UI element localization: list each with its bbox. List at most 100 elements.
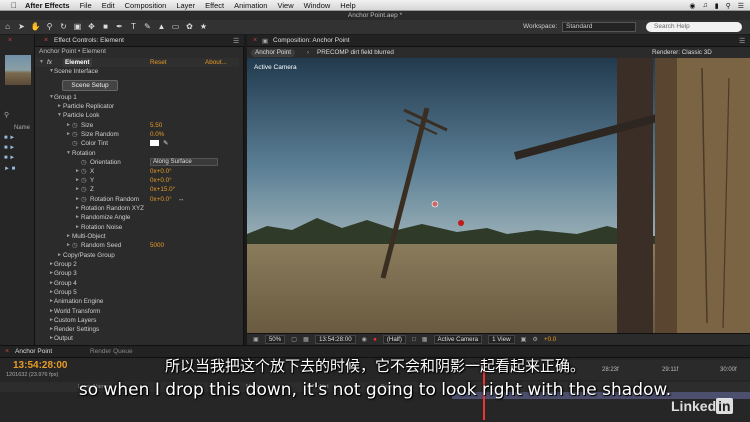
color-tint-row[interactable]: ◷ Color Tint ✎ bbox=[35, 139, 239, 148]
expand-icon[interactable]: ► bbox=[75, 204, 80, 213]
eyedropper-icon[interactable]: ✎ bbox=[163, 139, 168, 148]
grid-icon[interactable]: ▦ bbox=[303, 336, 309, 343]
size-value[interactable]: 5.50 bbox=[150, 121, 162, 130]
expand-icon[interactable]: ► bbox=[57, 251, 62, 260]
rotate-tool-icon[interactable]: ↻ bbox=[57, 21, 70, 33]
type-tool-icon[interactable]: T bbox=[127, 21, 140, 33]
menu-animation[interactable]: Animation bbox=[234, 1, 267, 10]
random-seed-row[interactable]: ► ◷ Random Seed 5000 bbox=[35, 241, 239, 250]
channel-icon[interactable]: ● bbox=[373, 336, 377, 343]
fx-icon[interactable]: fx bbox=[47, 58, 52, 67]
volume-icon[interactable]: ♫ bbox=[702, 2, 707, 9]
exposure-value[interactable]: +0.0 bbox=[544, 336, 556, 343]
spotlight-icon[interactable]: ⚲ bbox=[726, 2, 731, 10]
close-icon[interactable]: × bbox=[253, 37, 257, 44]
menu-composition[interactable]: Composition bbox=[125, 1, 167, 10]
y-row[interactable]: ► ◷ Y 0x+0.0° bbox=[35, 176, 239, 185]
close-icon[interactable]: × bbox=[8, 37, 12, 44]
expand-icon[interactable]: ► bbox=[66, 241, 71, 250]
size-random-value[interactable]: 0.0% bbox=[150, 130, 164, 139]
stopwatch-icon[interactable]: ◷ bbox=[72, 130, 78, 139]
effect-controls-tab[interactable]: × Effect Controls: Element ☰ bbox=[35, 35, 244, 47]
list-item[interactable]: ► ■ bbox=[4, 166, 28, 173]
menu-file[interactable]: File bbox=[80, 1, 92, 10]
menu-help[interactable]: Help bbox=[340, 1, 355, 10]
particle-look-row[interactable]: ▼ Particle Look bbox=[35, 111, 239, 120]
z-value[interactable]: 0x+15.0° bbox=[150, 185, 175, 194]
close-icon[interactable]: × bbox=[5, 348, 9, 355]
world-transform-row[interactable]: ► World Transform bbox=[35, 307, 239, 316]
stopwatch-icon[interactable]: ◷ bbox=[81, 195, 87, 204]
renderer-label[interactable]: Renderer: Classic 3D bbox=[652, 49, 712, 56]
transparency-grid-icon[interactable]: ▦ bbox=[422, 336, 428, 343]
custom-layers-row[interactable]: ► Custom Layers bbox=[35, 316, 239, 325]
group-1-row[interactable]: ▼ Group 1 bbox=[35, 93, 239, 102]
eraser-tool-icon[interactable]: ▭ bbox=[169, 21, 182, 33]
scene-interface-row[interactable]: ▼ Scene Interface bbox=[35, 67, 239, 76]
toggle-pixel-aspect-icon[interactable]: ▣ bbox=[521, 336, 527, 343]
effect-header-row[interactable]: ▼ fx Element Reset About... bbox=[35, 58, 239, 67]
menu-layer[interactable]: Layer bbox=[176, 1, 195, 10]
stopwatch-icon[interactable]: ◷ bbox=[72, 121, 78, 130]
y-value[interactable]: 0x+0.0° bbox=[150, 176, 172, 185]
name-column-header[interactable]: Name bbox=[14, 125, 30, 131]
collapse-icon[interactable]: ▼ bbox=[66, 149, 71, 158]
stopwatch-icon[interactable]: ◷ bbox=[81, 158, 87, 167]
output-row[interactable]: ► Output bbox=[35, 334, 239, 343]
group-2-row[interactable]: ► Group 2 bbox=[35, 260, 239, 269]
camera-view-select[interactable]: Active Camera bbox=[433, 335, 483, 344]
group-5-row[interactable]: ► Group 5 bbox=[35, 288, 239, 297]
stopwatch-icon[interactable]: ◷ bbox=[72, 241, 78, 250]
expand-icon[interactable]: ► bbox=[75, 176, 80, 185]
panel-menu-icon[interactable]: ☰ bbox=[739, 37, 745, 45]
group-4-row[interactable]: ► Group 4 bbox=[35, 279, 239, 288]
color-swatch[interactable] bbox=[150, 140, 159, 146]
breadcrumb-layer[interactable]: PRECOMP dirt field blurred bbox=[317, 49, 394, 56]
orientation-dropdown[interactable]: Along Surface bbox=[150, 158, 218, 166]
hand-tool-icon[interactable]: ✋ bbox=[29, 21, 42, 33]
fast-previews-icon[interactable]: ⚙ bbox=[532, 336, 538, 343]
region-of-interest-icon[interactable]: □ bbox=[412, 336, 416, 343]
pan-behind-tool-icon[interactable]: ✥ bbox=[85, 21, 98, 33]
search-icon[interactable]: ⚲ bbox=[4, 111, 9, 119]
particle-replicator-row[interactable]: ► Particle Replicator bbox=[35, 102, 239, 111]
list-icon[interactable]: ☰ bbox=[738, 2, 744, 10]
tab-render-queue[interactable]: Render Queue bbox=[90, 348, 133, 355]
rotation-random-row[interactable]: ► ◷ Rotation Random 0x+0.0° ↔ bbox=[35, 195, 239, 204]
collapse-icon[interactable]: ▼ bbox=[57, 111, 62, 120]
composition-viewer[interactable]: Active Camera bbox=[247, 58, 750, 333]
roto-brush-tool-icon[interactable]: ✿ bbox=[183, 21, 196, 33]
tab-anchor-point[interactable]: Anchor Point bbox=[15, 348, 52, 355]
size-random-row[interactable]: ► ◷ Size Random 0.0% bbox=[35, 130, 239, 139]
close-icon[interactable]: × bbox=[44, 37, 48, 44]
scene-setup-button[interactable]: Scene Setup bbox=[62, 80, 118, 91]
reset-link[interactable]: Reset bbox=[150, 58, 166, 67]
expand-icon[interactable]: ► bbox=[75, 195, 80, 204]
list-item[interactable]: ■ ► bbox=[4, 155, 28, 162]
stopwatch-icon[interactable]: ◷ bbox=[72, 139, 78, 148]
z-row[interactable]: ► ◷ Z 0x+15.0° bbox=[35, 185, 239, 194]
search-help-input[interactable]: Search Help bbox=[646, 22, 742, 32]
animation-engine-row[interactable]: ► Animation Engine bbox=[35, 297, 239, 306]
panel-menu-icon[interactable]: ☰ bbox=[233, 37, 239, 45]
about-link[interactable]: About... bbox=[205, 58, 227, 67]
rotation-row[interactable]: ▼ Rotation bbox=[35, 149, 239, 158]
puppet-tool-icon[interactable]: ★ bbox=[197, 21, 210, 33]
stopwatch-icon[interactable]: ◷ bbox=[81, 185, 87, 194]
fit-icon[interactable]: ▢ bbox=[291, 336, 297, 343]
menu-edit[interactable]: Edit bbox=[102, 1, 115, 10]
mask-tool-icon[interactable]: ■ bbox=[99, 21, 112, 33]
rotation-random-xyz-row[interactable]: ► Rotation Random XYZ bbox=[35, 204, 239, 213]
rotation-random-value[interactable]: 0x+0.0° bbox=[150, 195, 172, 204]
expand-icon[interactable]: ► bbox=[75, 185, 80, 194]
size-row[interactable]: ► ◷ Size 5.50 bbox=[35, 121, 239, 130]
home-icon[interactable]: ⌂ bbox=[1, 21, 14, 33]
copy-paste-group-row[interactable]: ► Copy/Paste Group bbox=[35, 251, 239, 260]
menu-effect[interactable]: Effect bbox=[205, 1, 224, 10]
breadcrumb-comp[interactable]: Anchor Point bbox=[251, 49, 296, 57]
render-settings-row[interactable]: ► Render Settings bbox=[35, 325, 239, 334]
group-3-row[interactable]: ► Group 3 bbox=[35, 269, 239, 278]
clone-stamp-tool-icon[interactable]: ▲ bbox=[155, 21, 168, 33]
app-menu[interactable]: After Effects bbox=[25, 1, 70, 10]
randomize-angle-row[interactable]: ► Randomize Angle bbox=[35, 213, 239, 222]
